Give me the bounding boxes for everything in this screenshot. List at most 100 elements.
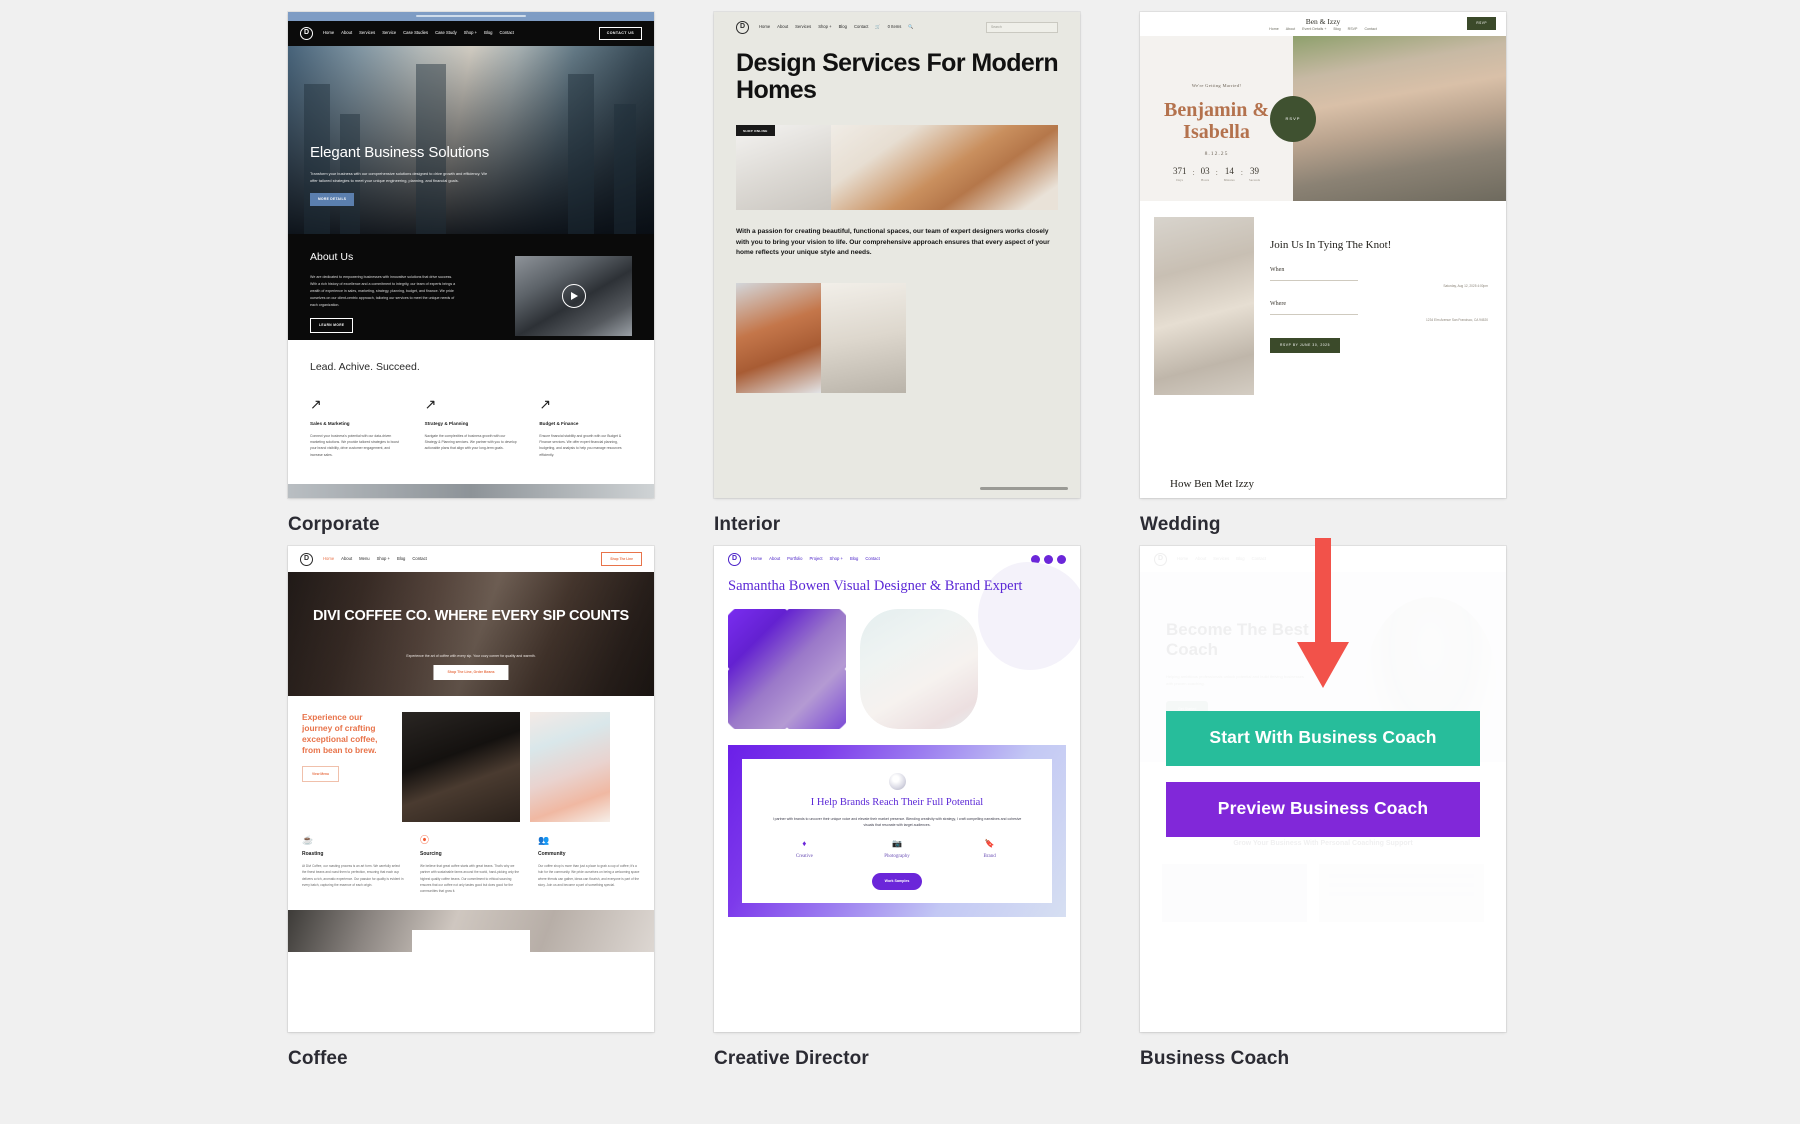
nav-link[interactable]: Menu [359,556,369,562]
nav-link[interactable]: Contact [500,30,514,36]
gallery-cell-creative-director: D Home About Portfolio Project Shop + Bl… [714,546,1080,1070]
nav-link[interactable]: About [769,556,780,562]
interior-nav-links: Home About Services Shop + Blog Contact … [759,24,914,30]
interior-image-bathroom: SHOP ONLINE [736,125,831,210]
nav-link[interactable]: Project [810,556,823,562]
twitter-icon[interactable] [1057,554,1066,564]
layout-card-creative-director[interactable]: D Home About Portfolio Project Shop + Bl… [714,546,1080,1032]
rsvp-nav-button[interactable]: RSVP [1467,17,1496,30]
work-samples-button[interactable]: Work Samples [871,872,923,890]
preview-business-coach-button[interactable]: Preview Business Coach [1166,782,1480,837]
shop-online-tag[interactable]: SHOP ONLINE [736,125,775,137]
nav-link[interactable]: About [1195,556,1206,562]
layout-card-wedding[interactable]: Ben & Izzy Home About Event Details + Bl… [1140,12,1506,498]
nav-link[interactable]: Home [759,24,770,30]
wedding-hero-photo: RSVP [1270,36,1506,201]
coffee-nav-links: Home About Menu Shop + Blog Contact [323,556,427,562]
nav-link[interactable]: Contact [865,556,879,562]
nav-link[interactable]: Services [795,24,811,30]
divider [1270,313,1358,315]
nav-link[interactable]: About [341,30,352,36]
creative-gradient-section: I Help Brands Reach Their Full Potential… [728,745,1066,918]
candle-blob-image [860,609,978,730]
nav-link[interactable]: RSVP [1348,27,1358,32]
wedding-rings-photo [1154,217,1254,395]
countdown-unit: 39 Seconds [1249,167,1260,181]
layout-card-business-coach[interactable]: D Home About Services Blog Contact Becom… [1140,538,1506,1032]
countdown-separator: : [1192,168,1195,178]
creative-panel: I Help Brands Reach Their Full Potential… [742,759,1052,904]
nav-link[interactable]: About [341,556,352,562]
nav-link[interactable]: Home [323,556,334,562]
feature-title: Strategy & Planning [424,421,469,427]
creative-nav-links: Home About Portfolio Project Shop + Blog… [751,556,880,562]
search-icon[interactable]: 🔍 [908,24,913,30]
nav-link[interactable]: Services [1213,556,1229,562]
interior-preview: D Home About Services Shop + Blog Contac… [714,12,1080,498]
play-icon[interactable] [561,284,586,308]
nav-link[interactable]: Blog [484,30,492,36]
view-menu-button[interactable]: View Menu [302,765,339,783]
nav-link[interactable]: Case Study [435,30,457,36]
nav-link[interactable]: Portfolio [787,556,802,562]
feature-title: Photography [884,854,910,860]
coffee-hero: DIVI COFFEE CO. WHERE EVERY SIP COUNTS E… [288,572,654,696]
horizontal-scrollbar[interactable] [980,487,1068,490]
nav-link[interactable]: Blog [1236,556,1244,562]
rsvp-deadline-button[interactable]: RSVP BY JUNE 30, 2025 [1270,337,1341,353]
nav-link[interactable]: About [1286,27,1295,32]
nav-link[interactable]: Blog [839,24,847,30]
nav-link[interactable]: Services [359,30,375,36]
shop-the-line-button[interactable]: Shop The Line [601,551,642,567]
learn-more-button[interactable]: LEARN MORE [310,318,354,333]
nav-link[interactable]: Home [323,30,334,36]
panel-heading: I Help Brands Reach Their Full Potential [810,797,984,809]
coach-image-placeholder [1162,863,1307,922]
nav-link[interactable]: About [777,24,788,30]
gallery-cell-wedding: Ben & Izzy Home About Event Details + Bl… [1140,12,1506,536]
hero-cta-button[interactable]: MORE DETAILS [310,193,355,206]
feature-item: ☕ Roasting At Divi Coffee, our roasting … [302,836,404,894]
feature-item: 👥 Community Our coffee shop is more than… [538,836,640,894]
instagram-icon[interactable] [1044,554,1053,564]
nav-link[interactable]: 0 Items [888,24,902,30]
nav-link[interactable]: Service [382,30,396,36]
contact-us-button[interactable]: CONTACT US [598,26,642,41]
start-with-business-coach-button[interactable]: Start With Business Coach [1166,711,1480,766]
feature-item: 📷 Photography [862,840,932,860]
wedding-navbar: Ben & Izzy Home About Event Details + Bl… [1140,12,1506,36]
nav-link[interactable]: Contact [854,24,868,30]
feature-body: Our coffee shop is more than just a plac… [538,864,640,887]
coach-hero-body: Helping ambitious professionals unlock p… [1166,673,1304,686]
nav-link[interactable]: Case Studies [403,30,428,36]
search-input[interactable]: Search [986,21,1058,33]
nav-link[interactable]: Shop + [377,556,390,562]
feature-title: Roasting [302,851,324,857]
about-video[interactable] [515,256,632,336]
nav-link[interactable]: Blog [1333,27,1340,32]
nav-link[interactable]: Blog [397,556,405,562]
nav-link[interactable]: Contact [412,556,426,562]
nav-link[interactable]: Event Details + [1302,27,1326,32]
nav-link[interactable]: Shop + [818,24,831,30]
layout-card-coffee[interactable]: D Home About Menu Shop + Blog Contact Sh… [288,546,654,1032]
nav-link[interactable]: Shop + [464,30,477,36]
nav-link[interactable]: Contact [1364,27,1376,32]
field-label: Where [1270,301,1286,308]
purple-blob-image [728,609,846,730]
cart-icon[interactable]: 🛒 [875,24,880,30]
nav-link[interactable]: Home [751,556,762,562]
nav-link[interactable]: Blog [850,556,858,562]
divi-logo-icon: D [300,27,313,40]
nav-link[interactable]: Contact [1252,556,1266,562]
coach-columns [1140,850,1506,922]
nav-link[interactable]: Home [1269,27,1279,32]
coffee-hero-button[interactable]: Shop The Line, Order Beans [433,665,509,681]
nav-link[interactable]: Shop + [830,556,843,562]
nav-link[interactable]: Home [1177,556,1188,562]
corporate-features: Lead. Achive. Succeed. ↗ Sales & Marketi… [288,340,654,459]
card-label-wedding: Wedding [1140,514,1221,535]
layout-card-interior[interactable]: D Home About Services Shop + Blog Contac… [714,12,1080,498]
layout-card-corporate[interactable]: D Home About Services Service Case Studi… [288,12,654,498]
rsvp-circle-badge[interactable]: RSVP [1270,95,1316,142]
